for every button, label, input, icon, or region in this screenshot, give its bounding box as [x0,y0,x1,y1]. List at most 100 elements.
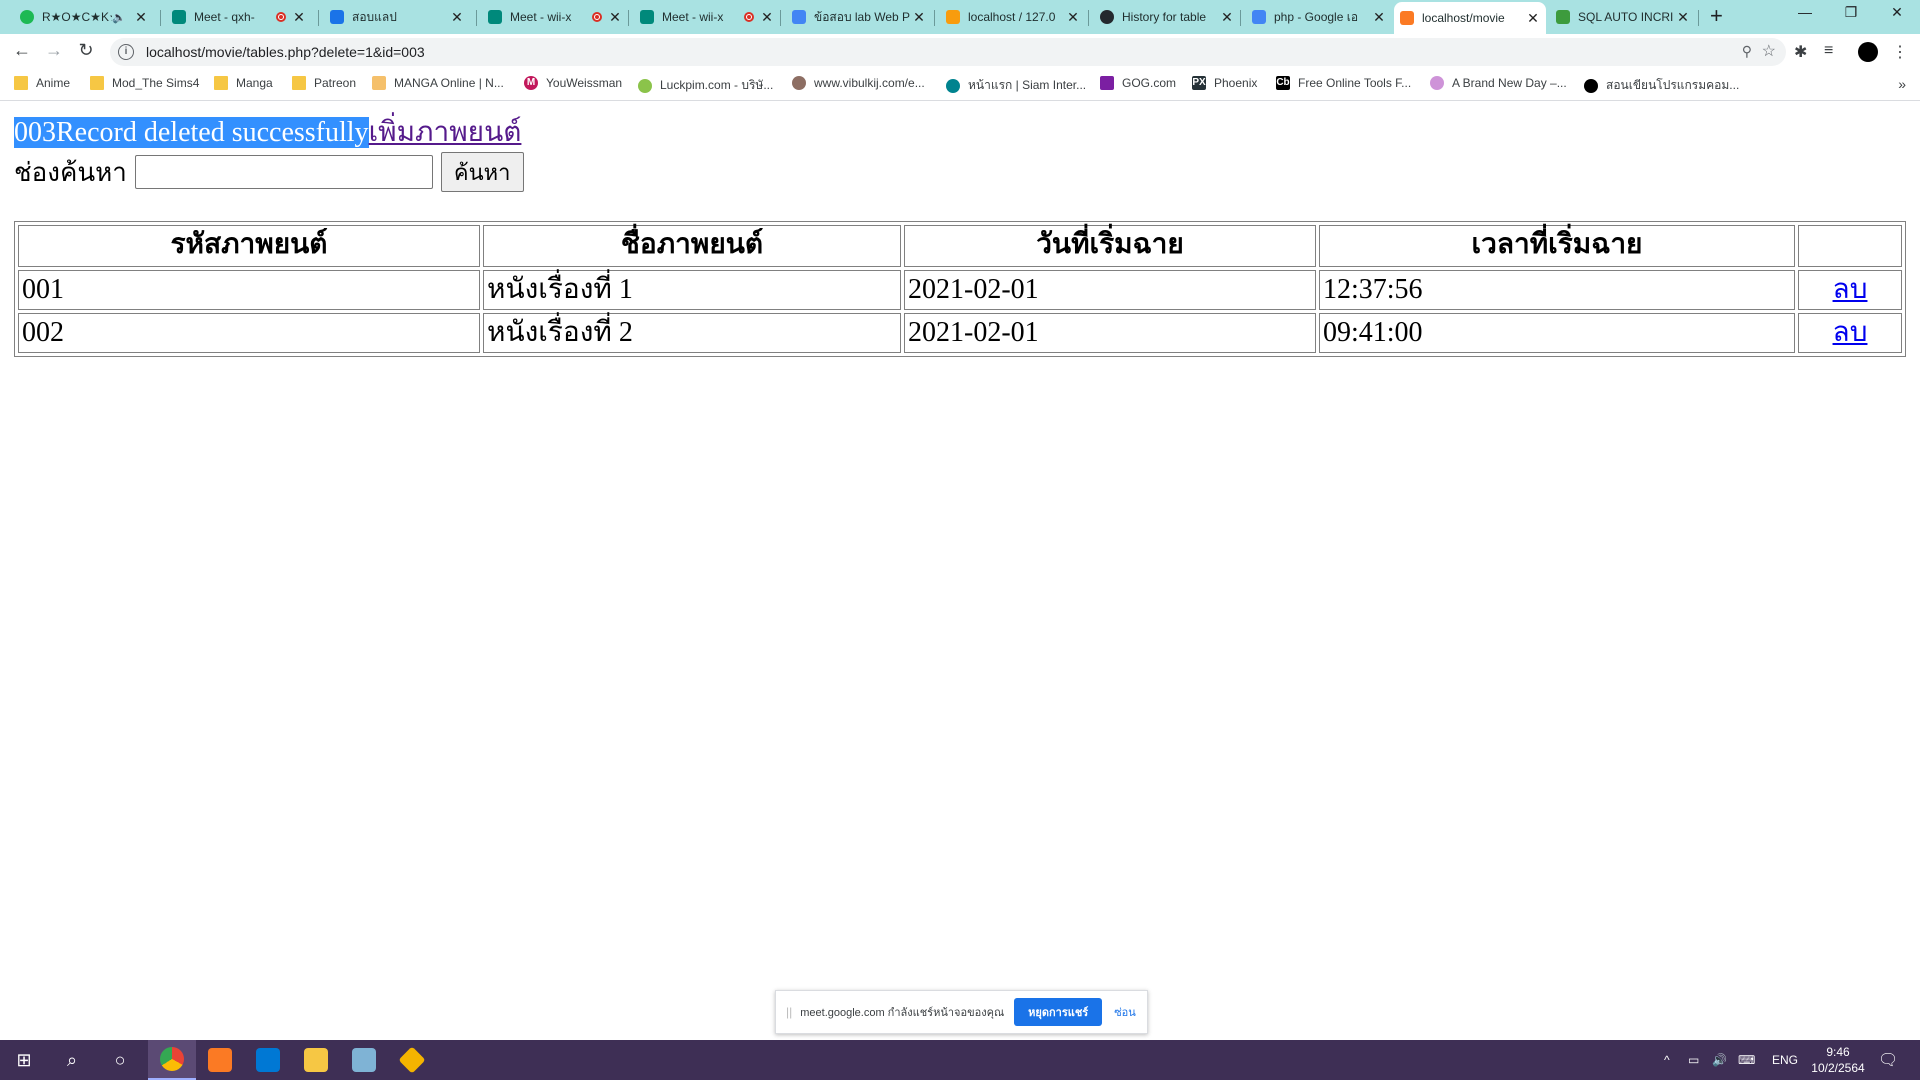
close-icon[interactable]: ✕ [1372,9,1386,26]
bookmark-folder-mod-the-sims[interactable]: Mod_The Sims4 [90,76,199,90]
xampp-icon [1400,11,1414,25]
minimize-button[interactable]: — [1790,4,1820,20]
drag-handle-icon[interactable]: || [786,1005,792,1019]
close-window-button[interactable]: ✕ [1882,4,1912,21]
media-control-icon[interactable]: ≡ [1824,42,1833,60]
bookmark-manga-online[interactable]: MANGA Online | N... [372,76,504,90]
show-hidden-icons[interactable]: ^ [1664,1040,1670,1080]
tab-docs-php[interactable]: php - Google เอ ✕ [1246,4,1392,30]
tab-label: php - Google เอ [1274,9,1359,24]
tab-divider [780,10,781,26]
bookmark-programming-lessons[interactable]: สอนเขียนโปรแกรมคอม... [1584,76,1739,95]
tab-divider [1088,10,1089,26]
bookmark-brand-new-day[interactable]: A Brand New Day –... [1430,76,1567,90]
back-arrow-icon[interactable]: ← [10,40,34,61]
chrome-taskbar-icon[interactable] [148,1040,196,1080]
keyboard-icon[interactable]: ⌨ [1738,1040,1755,1080]
tab-phpmyadmin[interactable]: localhost / 127.0 ✕ [940,4,1086,30]
bookmarks-overflow-button[interactable]: » [1898,76,1906,92]
menu-kebab-icon[interactable]: ⋮ [1892,42,1908,62]
bookmark-star-icon[interactable]: ☆ [1762,41,1776,61]
meet-icon [640,10,654,24]
tab-divider [1698,10,1699,26]
git-taskbar-icon[interactable] [388,1040,436,1080]
notification-icon[interactable]: 🗨 [1878,1040,1898,1080]
tab-localhost-movie[interactable]: localhost/movie ✕ [1394,2,1546,34]
close-icon[interactable]: ✕ [608,9,622,26]
language-indicator[interactable]: ENG [1772,1040,1798,1080]
bookmark-folder-patreon[interactable]: Patreon [292,76,356,90]
zoom-icon[interactable]: ⚲ [1742,43,1752,60]
add-movie-link[interactable]: เพิ่มภาพยนต์ [369,117,522,148]
url-input[interactable] [144,43,1648,61]
bookmark-label: Anime [36,76,71,90]
bookmark-folder-anime[interactable]: Anime [14,76,70,90]
new-tab-button[interactable]: + [1710,4,1723,28]
search-button[interactable]: ค้นหา [440,152,524,192]
tab-meet-qxh[interactable]: Meet - qxh- ✕ [166,4,312,30]
tab-meet-wii-1[interactable]: Meet - wii-x ✕ [482,4,628,30]
codebeautify-icon: Cb [1276,76,1290,90]
close-icon[interactable]: ✕ [1066,9,1080,26]
search-icon[interactable]: ⌕ [48,1040,96,1080]
notepad-taskbar-icon[interactable] [340,1040,388,1080]
movies-table: รหัสภาพยนต์ ชื่อภาพยนต์ วันที่เริ่มฉาย เ… [14,221,1906,357]
tab-github-history[interactable]: History for table ✕ [1094,4,1240,30]
profile-avatar[interactable] [1858,42,1878,62]
table-row: 002 หนังเรื่องที่ 2 2021-02-01 09:41:00 … [18,313,1902,353]
close-icon[interactable]: ✕ [760,9,774,26]
search-input[interactable] [134,155,433,189]
file-explorer-taskbar-icon[interactable] [292,1040,340,1080]
bookmark-phoenix[interactable]: PX Phoenix [1192,76,1257,90]
tab-classroom[interactable]: สอบแลป ✕ [324,4,470,30]
close-icon[interactable]: ✕ [1676,9,1690,26]
network-icon[interactable]: ▭ [1688,1040,1699,1080]
tab-divider [628,10,629,26]
bookmark-label: A Brand New Day –... [1452,76,1567,90]
bookmark-free-online-tools[interactable]: Cb Free Online Tools F... [1276,76,1411,90]
bookmark-folder-manga[interactable]: Manga [214,76,273,90]
hide-link[interactable]: ซ่อน [1114,1003,1136,1021]
close-icon[interactable]: ✕ [912,9,926,26]
delete-link[interactable]: ลบ [1833,274,1868,305]
maximize-button[interactable]: ❐ [1836,4,1866,21]
close-icon[interactable]: ✕ [292,9,306,26]
bookmark-label: www.vibulkij.com/e... [814,76,925,90]
info-icon[interactable]: i [118,44,134,60]
delete-link[interactable]: ลบ [1833,317,1868,348]
system-clock[interactable]: 9:46 10/2/2564 [1808,1044,1868,1076]
tab-label: สอบแลป [352,9,397,24]
folder-icon [214,76,228,90]
address-bar[interactable]: i ⚲ ☆ [110,38,1786,66]
tab-docs-lab[interactable]: ข้อสอบ lab Web P ✕ [786,4,932,30]
bookmark-youweissman[interactable]: M YouWeissman [524,76,622,90]
folder-icon [292,76,306,90]
docs-icon [1252,10,1266,24]
close-icon[interactable]: ✕ [134,9,148,26]
bookmark-siam-inter[interactable]: หน้าแรก | Siam Inter... [946,76,1086,95]
bookmark-luckpim[interactable]: Luckpim.com - บริษั... [638,76,773,95]
cell-action: ลบ [1798,270,1902,310]
volume-icon[interactable]: 🔊 [1712,1040,1727,1080]
bookmark-label: สอนเขียนโปรแกรมคอม... [1606,78,1740,92]
cell-movie-id: 001 [18,270,480,310]
close-icon[interactable]: ✕ [1526,10,1540,27]
extensions-puzzle-icon[interactable]: ✱ [1794,42,1807,62]
bookmark-gog[interactable]: GOG.com [1100,76,1176,90]
close-icon[interactable]: ✕ [450,9,464,26]
tab-spotify[interactable]: R★O★C★K★ 🔈 ✕ [14,4,154,30]
stop-sharing-button[interactable]: หยุดการแชร์ [1014,998,1103,1026]
vscode-taskbar-icon[interactable] [244,1040,292,1080]
close-icon[interactable]: ✕ [1220,9,1234,26]
windows-start-icon[interactable]: ⊞ [0,1040,48,1080]
tab-meet-wii-2[interactable]: Meet - wii-x ✕ [634,4,780,30]
cortana-icon[interactable]: ○ [96,1040,144,1080]
forward-arrow-icon[interactable]: → [42,40,66,61]
xampp-taskbar-icon[interactable] [196,1040,244,1080]
bookmark-vibulkij[interactable]: www.vibulkij.com/e... [792,76,925,90]
tab-w3schools[interactable]: SQL AUTO INCRI ✕ [1550,4,1696,30]
recording-icon [276,12,286,22]
delete-success-message: 003Record deleted successfully [14,117,369,148]
reload-icon[interactable]: ↻ [74,40,98,61]
speaker-mute-icon[interactable]: 🔈 [112,11,126,24]
